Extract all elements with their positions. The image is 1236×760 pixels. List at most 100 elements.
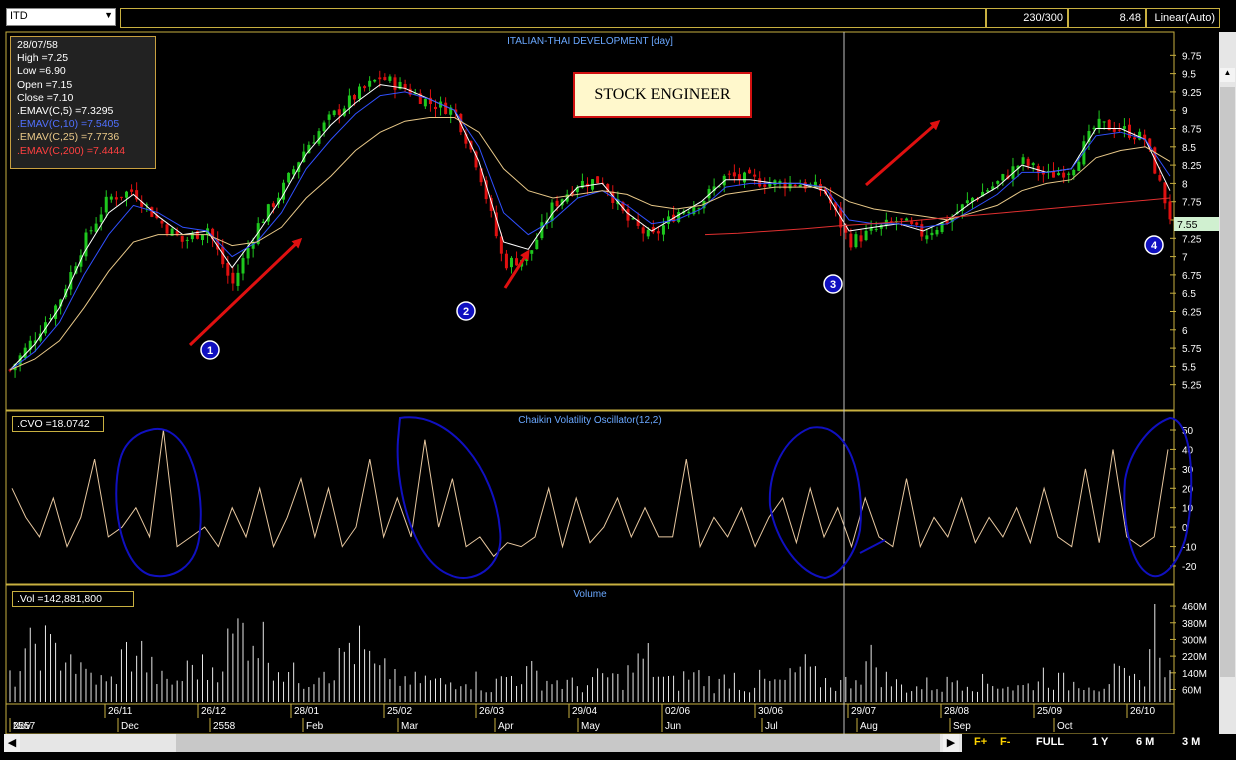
volume-y-tick-label: 140M [1182, 669, 1207, 680]
info-ema10: .EMAV(C,10) =7.5405 [17, 118, 120, 131]
cvo-y-tick-label: -20 [1182, 562, 1197, 573]
marker-4: 4 [1144, 235, 1164, 255]
month-tick-label: 2558 [213, 721, 236, 732]
price-marker-label: 7.55 [1177, 219, 1198, 231]
candle-body [596, 176, 600, 184]
price-y-tick-label: 7.25 [1182, 234, 1202, 245]
candle-body [383, 77, 387, 80]
price-y-tick-label: 5.25 [1182, 381, 1202, 392]
candle-body [200, 234, 204, 240]
candle-body [246, 248, 250, 259]
candle-body [1112, 128, 1116, 132]
volume-y-tick-label: 380M [1182, 619, 1207, 630]
candle-body [864, 230, 868, 241]
candle-body [1158, 175, 1162, 181]
candle-body [378, 77, 382, 80]
price-y-tick-label: 8.75 [1182, 125, 1202, 136]
candle-body [1057, 173, 1061, 176]
price-y-tick-label: 5.5 [1182, 362, 1196, 373]
month-tick-label: Sep [953, 721, 971, 732]
six-month-button[interactable]: 6 M [1136, 736, 1154, 748]
candle-body [109, 196, 113, 200]
trend-arrow-1 [188, 237, 303, 347]
candle-body [661, 225, 665, 235]
horizontal-scroll-thumb[interactable] [176, 734, 940, 752]
candle-body [763, 184, 767, 187]
info-ema200: .EMAV(C,200) =7.4444 [17, 144, 126, 157]
vertical-scrollbar[interactable]: ▲ [1219, 32, 1236, 734]
price-chart-title: ITALIAN-THAI DEVELOPMENT [day] [507, 36, 673, 47]
trend-arrow-3 [865, 120, 941, 187]
candle-body [165, 224, 169, 234]
zoom-out-button[interactable]: F- [1000, 736, 1010, 748]
price-y-tick-label: 8 [1182, 179, 1188, 190]
full-range-button[interactable]: FULL [1036, 736, 1064, 748]
candle-body [388, 76, 392, 81]
price-y-tick-label: 7.75 [1182, 198, 1202, 209]
zoom-in-button[interactable]: F+ [974, 736, 987, 748]
candle-body [742, 172, 746, 183]
candle-body [986, 190, 990, 192]
candle-body [996, 181, 1000, 184]
candle-body [854, 234, 858, 248]
candle-body [180, 235, 184, 242]
candle-body [646, 229, 650, 237]
cvo-chart-title: Chaikin Volatility Oscillator(12,2) [518, 415, 661, 426]
ema-line-4 [704, 197, 1171, 236]
marker-3-label: 3 [830, 279, 836, 291]
volume-y-tick-label: 460M [1182, 602, 1207, 613]
candle-body [687, 211, 691, 214]
info-open: Open =7.15 [17, 78, 73, 91]
candle-body [231, 272, 235, 284]
candle-body [758, 178, 762, 187]
marker-2: 2 [456, 301, 476, 321]
candle-body [114, 197, 118, 200]
candle-body [1021, 157, 1025, 164]
date-tick-label: 26/12 [201, 706, 226, 717]
candle-body [327, 114, 331, 120]
vertical-scroll-thumb[interactable] [1220, 87, 1235, 677]
cvo-panel-frame [5, 410, 1175, 585]
candle-body [641, 227, 645, 234]
candle-body [322, 122, 326, 132]
marker-3: 3 [823, 274, 843, 294]
candle-body [1127, 124, 1131, 138]
candle-body [555, 200, 559, 207]
scroll-left-icon[interactable]: ◀ [4, 734, 20, 752]
marker-4-label: 4 [1151, 240, 1158, 252]
candle-body [874, 229, 878, 231]
date-tick-label: 26/03 [479, 706, 504, 717]
candle-body [737, 174, 741, 180]
candle-body [444, 102, 448, 114]
candle-body [753, 174, 757, 177]
cvo-circle-2 [396, 416, 502, 579]
candle-body [925, 235, 929, 240]
date-tick-label: 29/07 [851, 706, 876, 717]
candle-body [119, 196, 123, 198]
candle-body [935, 229, 939, 235]
date-tick-label: 28/08 [944, 706, 969, 717]
ema-line-2 [9, 91, 1171, 371]
candle-body [241, 258, 245, 274]
month-tick-label: Nov [13, 721, 31, 732]
volume-y-tick-label: 60M [1182, 685, 1201, 696]
date-tick-label: 25/09 [1037, 706, 1062, 717]
candle-body [1092, 127, 1096, 129]
volume-y-tick-label: 300M [1182, 635, 1207, 646]
candle-body [900, 218, 904, 220]
month-tick-label: Jul [765, 721, 778, 732]
candle-body [727, 173, 731, 175]
candle-body [125, 191, 129, 198]
stock-engineer-label: STOCK ENGINEER [573, 72, 752, 118]
candle-body [1102, 121, 1106, 123]
scroll-right-icon[interactable]: ▶ [943, 734, 959, 752]
candle-body [373, 79, 377, 82]
three-month-button[interactable]: 3 M [1182, 736, 1200, 748]
candle-body [363, 86, 367, 89]
scroll-up-icon[interactable]: ▲ [1220, 68, 1235, 82]
one-year-button[interactable]: 1 Y [1092, 736, 1108, 748]
candle-body [530, 250, 534, 254]
candle-body [1031, 163, 1035, 166]
candle-body [434, 106, 438, 110]
info-ema5: .EMAV(C,5) =7.3295 [17, 105, 114, 118]
